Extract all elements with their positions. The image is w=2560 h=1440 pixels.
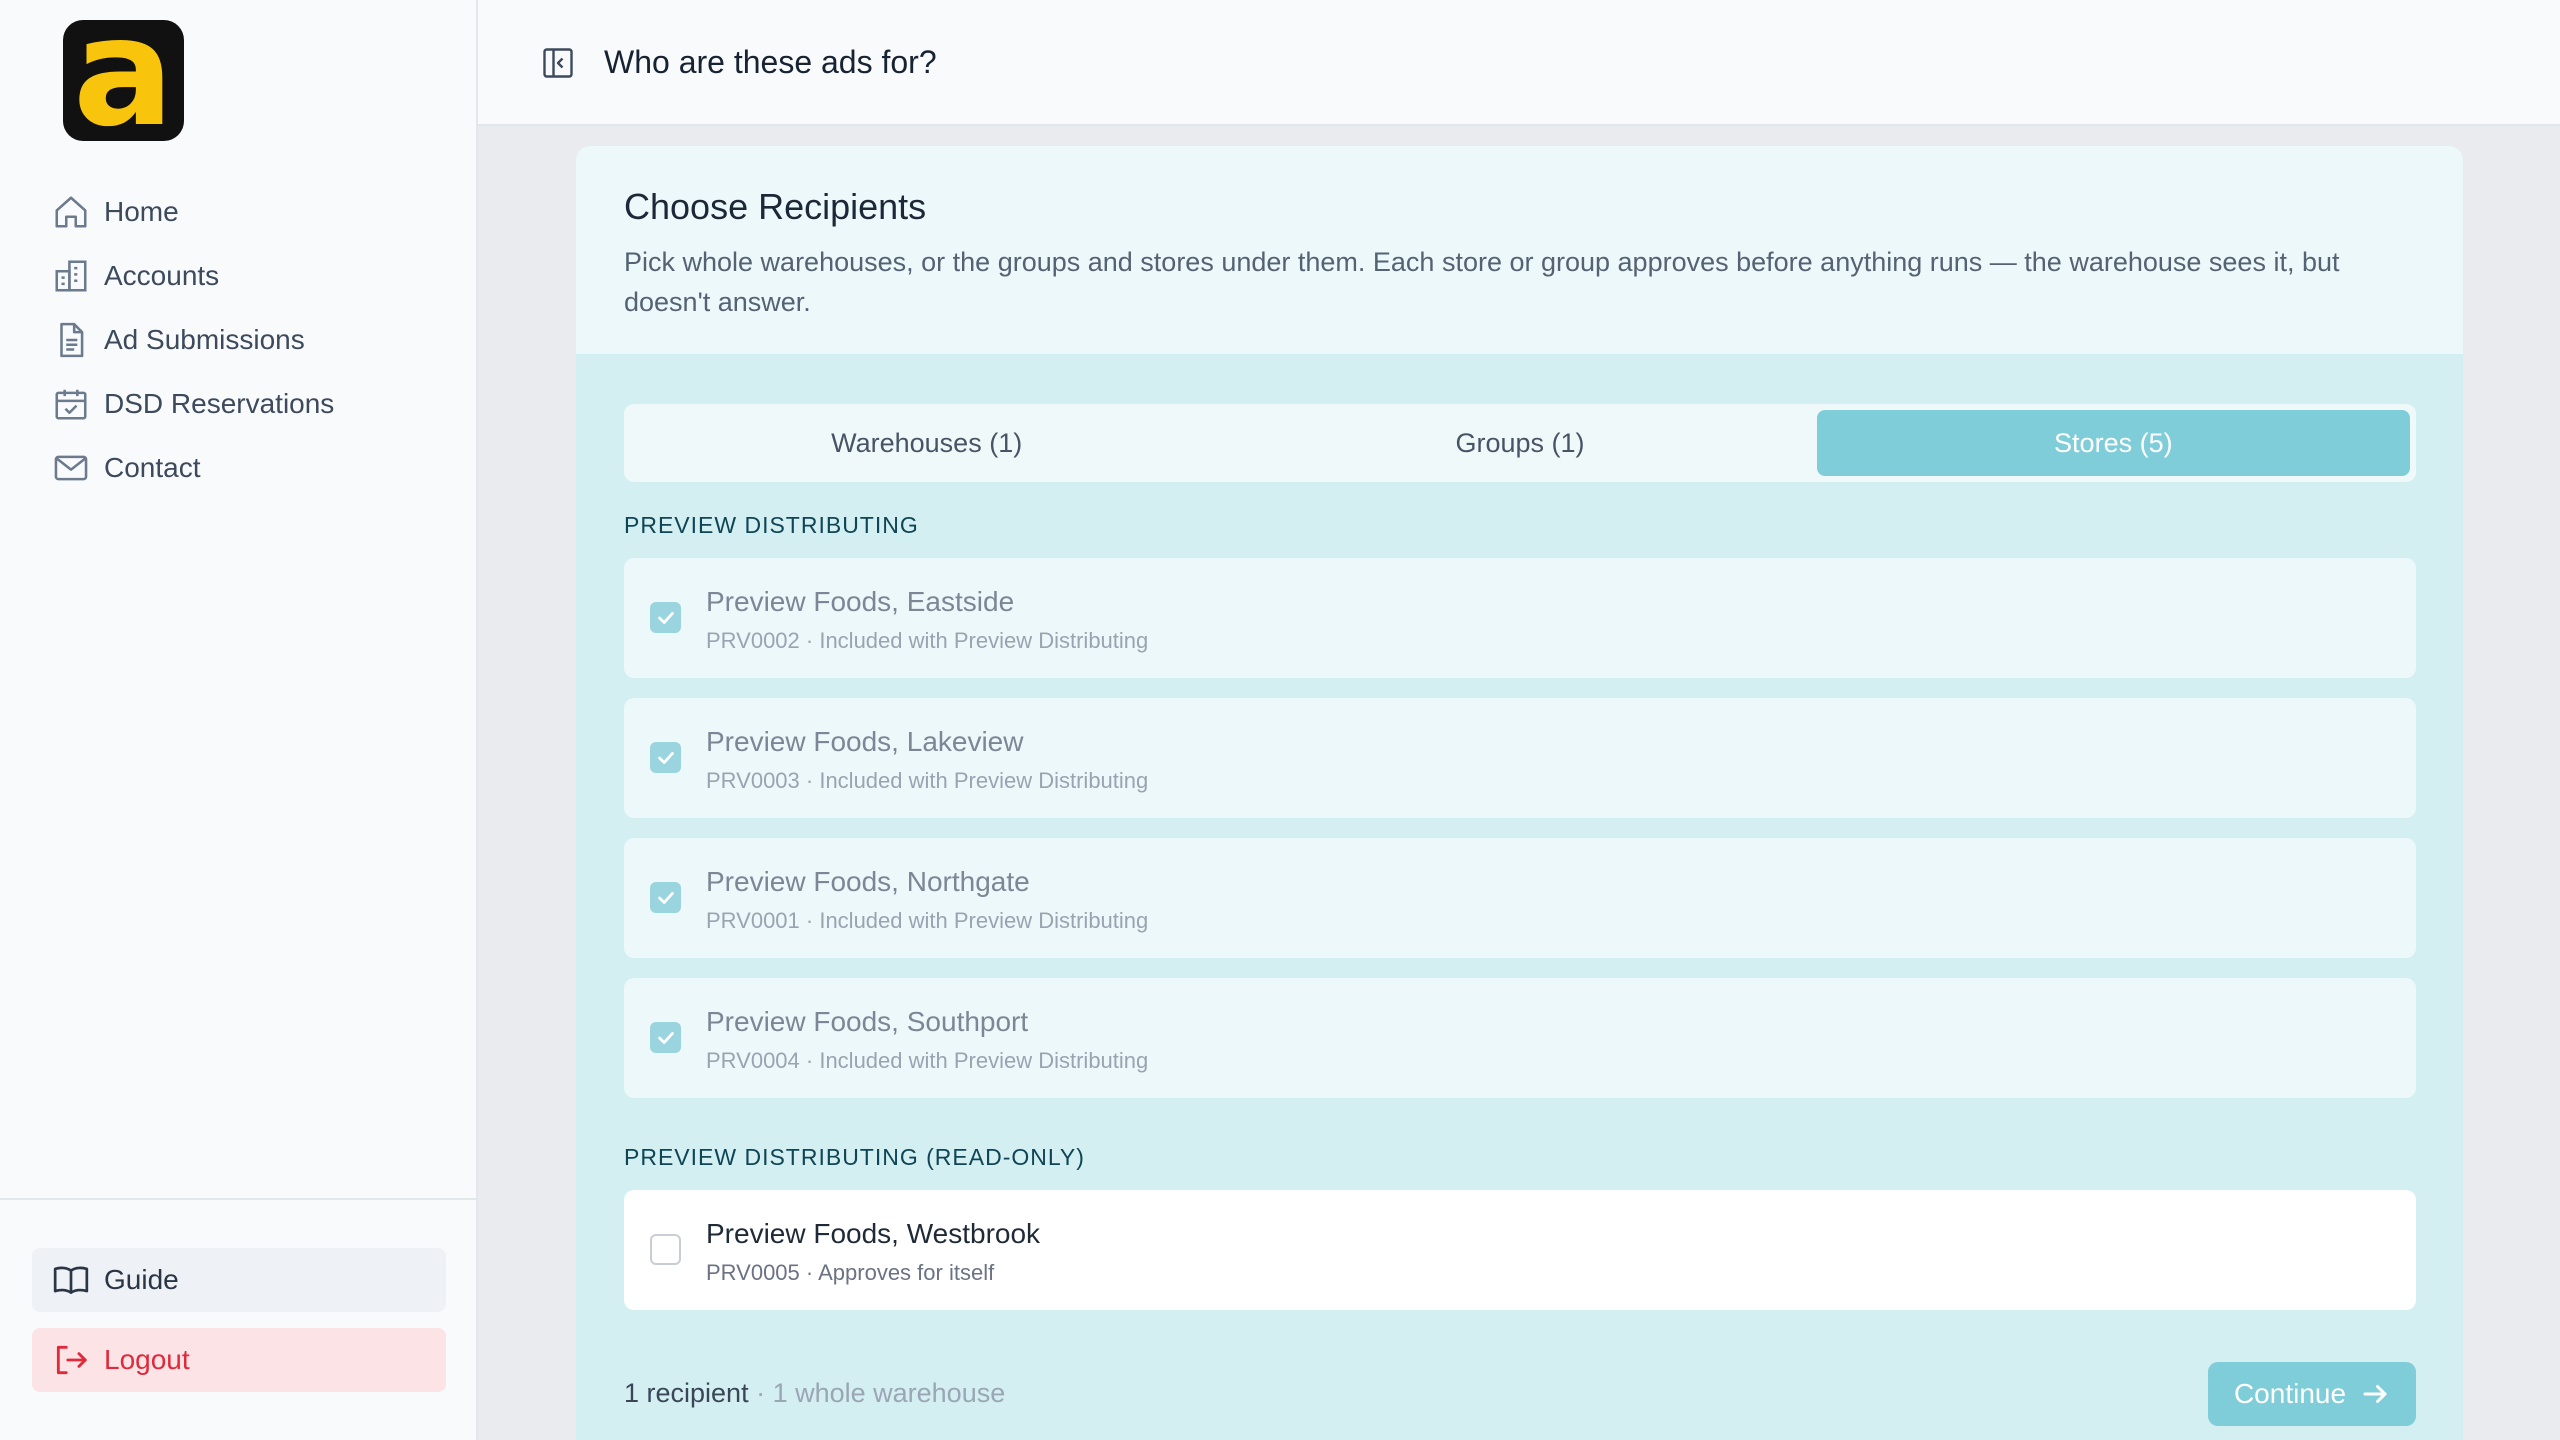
guide-button[interactable]: Guide	[32, 1248, 446, 1312]
sidebar: a Home Accounts Ad Submissions DSD Reser…	[0, 0, 478, 1440]
brand-logo[interactable]: a	[63, 20, 184, 141]
home-icon	[55, 196, 87, 228]
checkbox-unchecked[interactable]	[650, 1234, 681, 1265]
store-meta: PRV0003 · Included with Preview Distribu…	[706, 768, 1149, 793]
sidebar-item-dsd-reservations[interactable]: DSD Reservations	[52, 372, 452, 436]
store-name: Preview Foods, Lakeview	[706, 726, 1024, 757]
store-name: Preview Foods, Eastside	[706, 586, 1015, 617]
recipient-tabs: Warehouses (1) Groups (1) Stores (5)	[624, 404, 2416, 482]
sidebar-item-contact[interactable]: Contact	[52, 436, 452, 500]
card-description: Pick whole warehouses, or the groups and…	[624, 247, 2340, 317]
section-label: Preview Distributing	[624, 512, 919, 538]
list-item[interactable]: Preview Foods, Northgate PRV0001 · Inclu…	[624, 838, 2416, 958]
building-icon	[55, 260, 87, 292]
book-open-icon	[53, 1266, 89, 1295]
sidebar-collapse-icon[interactable]	[540, 45, 576, 81]
summary-separator: ·	[748, 1378, 773, 1408]
continue-button[interactable]: Continue	[2208, 1362, 2416, 1426]
tab-groups[interactable]: Groups (1)	[1223, 410, 1816, 476]
sidebar-nav: Home Accounts Ad Submissions DSD Reserva…	[52, 180, 452, 500]
store-meta: PRV0005 · Approves for itself	[706, 1260, 995, 1285]
recipients-card: Choose Recipients Pick whole warehouses,…	[576, 146, 2463, 1440]
checkbox-checked[interactable]	[650, 742, 681, 773]
logout-icon	[56, 1345, 87, 1375]
card-title: Choose Recipients	[624, 186, 927, 227]
sidebar-divider	[0, 1198, 476, 1200]
check-icon	[657, 751, 674, 764]
section-label: Preview Distributing (read-only)	[624, 1144, 1085, 1170]
logout-button[interactable]: Logout	[32, 1328, 446, 1392]
arrow-right-icon	[2363, 1385, 2387, 1403]
calendar-check-icon	[55, 389, 87, 420]
mail-icon	[54, 455, 88, 481]
checkbox-checked[interactable]	[650, 882, 681, 913]
list-item[interactable]: Preview Foods, Lakeview PRV0003 · Includ…	[624, 698, 2416, 818]
store-meta: PRV0002 · Included with Preview Distribu…	[706, 628, 1149, 653]
list-item[interactable]: Preview Foods, Westbrook PRV0005 · Appro…	[624, 1190, 2416, 1310]
sidebar-item-home[interactable]: Home	[52, 180, 452, 244]
tab-stores[interactable]: Stores (5)	[1816, 410, 2410, 476]
sidebar-item-label: Accounts	[104, 260, 220, 291]
document-icon	[60, 322, 84, 358]
page-header: Who are these ads for?	[478, 0, 2560, 126]
recipient-count: 1 recipient	[624, 1378, 749, 1408]
card-header: Choose Recipients Pick whole warehouses,…	[576, 146, 2463, 354]
check-icon	[657, 1031, 674, 1044]
sidebar-item-label: DSD Reservations	[104, 388, 335, 419]
store-name: Preview Foods, Westbrook	[706, 1218, 1041, 1249]
store-meta: PRV0001 · Included with Preview Distribu…	[706, 908, 1149, 933]
sidebar-item-accounts[interactable]: Accounts	[52, 244, 452, 308]
page-title: Who are these ads for?	[604, 44, 937, 80]
sidebar-item-label: Ad Submissions	[104, 324, 305, 355]
list-item[interactable]: Preview Foods, Southport PRV0004 · Inclu…	[624, 978, 2416, 1098]
sidebar-item-label: Contact	[104, 452, 201, 483]
tab-warehouses[interactable]: Warehouses (1)	[630, 410, 1223, 476]
list-item[interactable]: Preview Foods, Eastside PRV0002 · Includ…	[624, 558, 2416, 678]
sidebar-item-label: Home	[104, 196, 179, 227]
check-icon	[657, 891, 674, 904]
store-meta: PRV0004 · Included with Preview Distribu…	[706, 1048, 1149, 1073]
checkbox-checked[interactable]	[650, 1022, 681, 1053]
recipient-summary: 1 recipient · 1 whole warehouse	[624, 1378, 1005, 1409]
check-icon	[657, 611, 674, 624]
store-name: Preview Foods, Northgate	[706, 866, 1030, 897]
recipient-detail: 1 whole warehouse	[772, 1378, 1006, 1408]
store-name: Preview Foods, Southport	[706, 1006, 1029, 1037]
checkbox-checked[interactable]	[650, 602, 681, 633]
sidebar-item-ad-submissions[interactable]: Ad Submissions	[52, 308, 452, 372]
